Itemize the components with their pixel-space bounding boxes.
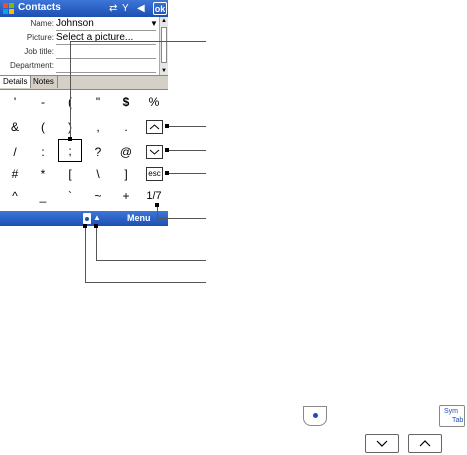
key[interactable]: # xyxy=(3,164,27,184)
window-title: Contacts xyxy=(18,2,61,13)
key[interactable]: [ xyxy=(58,164,82,184)
up-arrow-icon xyxy=(149,124,160,130)
symbol-keyboard: ' - ( " $ % & ( ) , . / : ; ? @ # * [ \ … xyxy=(0,90,168,210)
volume-icon[interactable]: ◀ xyxy=(137,3,145,14)
key[interactable]: @ xyxy=(114,142,138,162)
name-dropdown-icon[interactable]: ▼ xyxy=(150,19,158,28)
scroll-up-icon[interactable]: ▲ xyxy=(160,17,168,25)
department-label: Department: xyxy=(9,61,54,70)
key[interactable]: % xyxy=(142,92,166,112)
name-label: Name: xyxy=(30,19,54,28)
title-bar: Contacts ⇄ Y ◀ ok xyxy=(0,0,168,17)
menu-button[interactable]: Menu xyxy=(127,213,151,223)
key[interactable]: " xyxy=(86,92,110,112)
key[interactable]: / xyxy=(3,142,27,162)
picture-row: Picture: Select a picture... xyxy=(0,32,158,46)
tab-strip: Details Notes xyxy=(0,76,168,90)
key[interactable]: : xyxy=(31,142,55,162)
connectivity-icon[interactable]: ⇄ xyxy=(109,3,117,14)
tab-notes[interactable]: Notes xyxy=(30,76,58,88)
sym-tab-legend-icon: Sym Tab xyxy=(439,405,465,427)
up-arrow-button[interactable] xyxy=(146,120,163,134)
scroll-down-icon[interactable]: ▼ xyxy=(160,67,168,75)
contact-form: Name: Johnson ▼ Picture: Select a pictur… xyxy=(0,17,168,76)
input-panel-legend-icon xyxy=(303,406,327,426)
key[interactable]: & xyxy=(3,117,27,137)
key[interactable]: ? xyxy=(86,142,110,162)
picture-field[interactable]: Select a picture... xyxy=(56,32,156,45)
key[interactable]: ` xyxy=(58,186,82,206)
down-arrow-legend-icon xyxy=(365,434,399,453)
down-arrow-icon xyxy=(149,149,160,155)
up-arrow-legend-icon xyxy=(408,434,442,453)
department-field[interactable] xyxy=(56,60,156,73)
key[interactable]: ^ xyxy=(3,186,27,206)
key[interactable]: + xyxy=(114,186,138,206)
ok-button[interactable]: ok xyxy=(153,2,167,15)
down-arrow-button[interactable] xyxy=(146,145,163,159)
name-field[interactable]: Johnson xyxy=(56,18,156,31)
tab-details[interactable]: Details xyxy=(0,76,32,88)
key[interactable]: ~ xyxy=(86,186,110,206)
job-title-row: Job title: xyxy=(0,47,158,60)
key[interactable]: ' xyxy=(3,92,27,112)
key[interactable]: ] xyxy=(114,164,138,184)
key-selected[interactable]: ; xyxy=(58,139,82,162)
key[interactable]: . xyxy=(114,117,138,137)
name-row: Name: Johnson ▼ xyxy=(0,18,158,32)
signal-icon[interactable]: Y xyxy=(122,3,129,14)
form-scrollbar[interactable]: ▲ ▼ xyxy=(159,17,168,75)
key[interactable]: , xyxy=(86,117,110,137)
key[interactable]: $ xyxy=(114,92,138,112)
page-indicator[interactable]: 1/7 xyxy=(142,186,166,206)
job-title-field[interactable] xyxy=(56,46,156,59)
key[interactable]: _ xyxy=(31,186,55,206)
job-title-label: Job title: xyxy=(24,47,54,56)
input-panel-icon[interactable] xyxy=(83,213,91,224)
key[interactable]: - xyxy=(31,92,55,112)
esc-button[interactable]: esc xyxy=(146,167,163,181)
start-menu-icon[interactable] xyxy=(2,2,15,15)
input-method-arrow-icon[interactable]: ▲ xyxy=(93,213,101,222)
sym-tab-line1: Sym xyxy=(444,408,458,415)
key[interactable]: * xyxy=(31,164,55,184)
picture-label: Picture: xyxy=(26,33,54,42)
scroll-thumb[interactable] xyxy=(161,27,167,63)
sym-tab-line2: Tab xyxy=(452,417,464,424)
department-row: Department: xyxy=(0,61,158,74)
key[interactable]: \ xyxy=(86,164,110,184)
key[interactable]: ( xyxy=(31,117,55,137)
